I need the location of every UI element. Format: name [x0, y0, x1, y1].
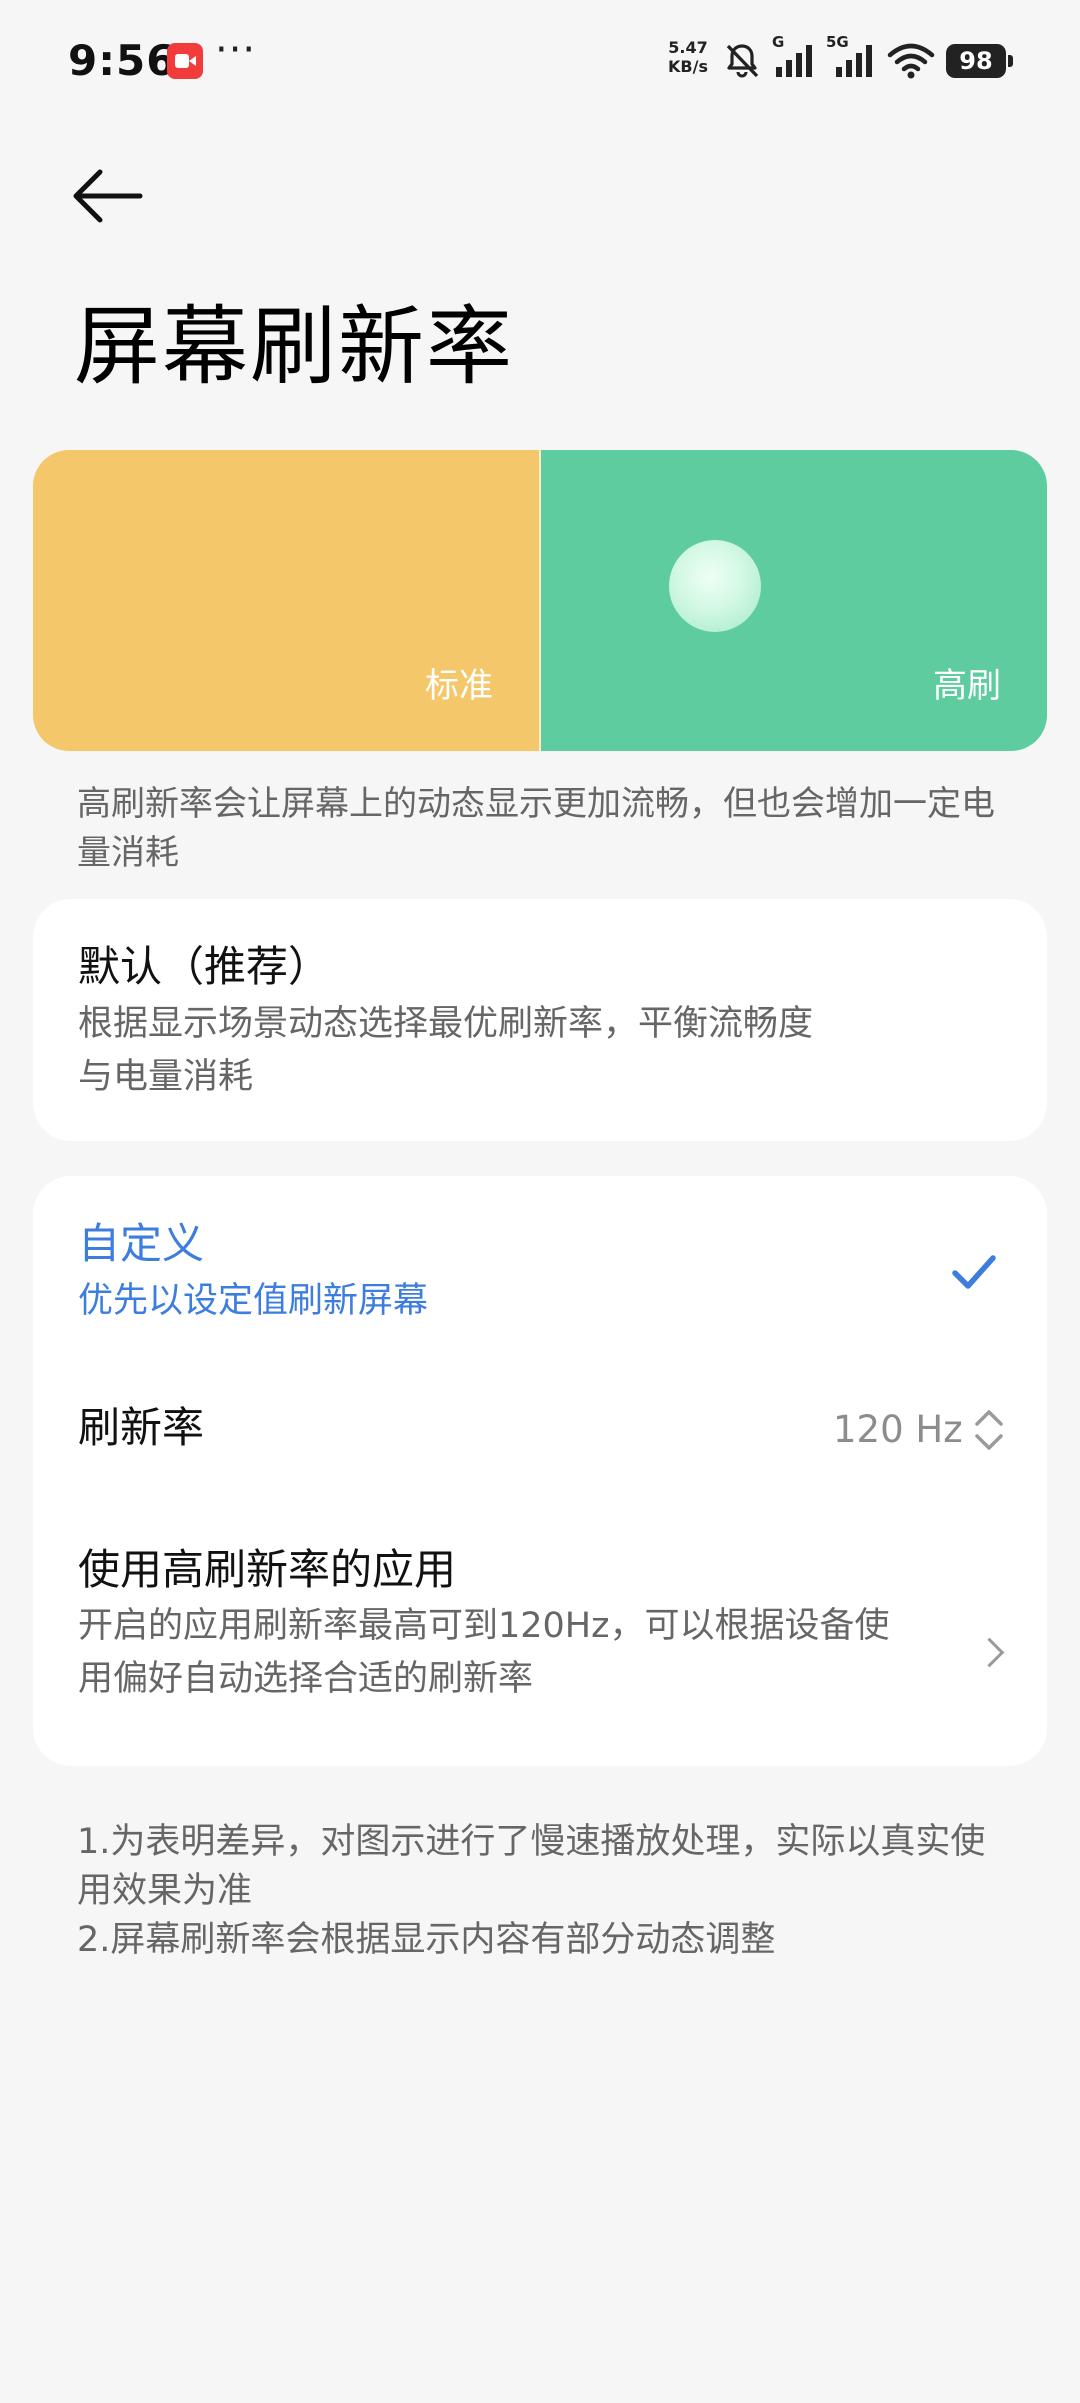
refresh-rate-preview: 标准 高刷: [33, 450, 1047, 751]
note-line-2: 用效果为准: [77, 1871, 253, 1911]
more-notifications-icon: ···: [215, 27, 257, 73]
notes: 1.为表明差异，对图示进行了慢速播放处理，实际以真实使 用效果为准 2.屏幕刷新…: [77, 1818, 1037, 1965]
high-refresh-apps-subtitle-line1: 开启的应用刷新率最高可到120Hz，可以根据设备使: [78, 1606, 890, 1646]
signal-sim1: G: [772, 33, 816, 81]
custom-settings-card: 自定义 优先以设定值刷新屏幕 刷新率 120 Hz 使用高刷新率的应用 开启的应…: [33, 1176, 1047, 1766]
note-line-3: 2.屏幕刷新率会根据显示内容有部分动态调整: [77, 1920, 776, 1960]
option-default-title: 默认（推荐）: [78, 942, 331, 991]
back-arrow-icon: [73, 169, 143, 223]
signal-bars-icon: [776, 45, 812, 77]
option-custom-title: 自定义: [78, 1219, 205, 1268]
description-text: 高刷新率会让屏幕上的动态显示更加流畅，但也会增加一定电量消耗: [77, 784, 995, 873]
up-down-selector-icon: [975, 1410, 1003, 1450]
option-custom-subtitle: 优先以设定值刷新屏幕: [78, 1281, 429, 1321]
back-button[interactable]: [64, 160, 144, 232]
option-default[interactable]: 默认（推荐） 根据显示场景动态选择最优刷新率，平衡流畅度 与电量消耗: [33, 899, 1047, 1141]
high-refresh-apps-title: 使用高刷新率的应用: [78, 1545, 457, 1594]
note-line-1: 1.为表明差异，对图示进行了慢速播放处理，实际以真实使: [77, 1822, 986, 1862]
network-speed-unit: KB/s: [668, 57, 708, 76]
preview-high-label: 高刷: [933, 666, 1001, 706]
page-title: 屏幕刷新率: [74, 297, 514, 397]
refresh-rate-label: 刷新率: [78, 1403, 205, 1452]
status-icons: G 5G 98: [722, 33, 1013, 88]
network-speed-value: 5.47: [668, 38, 708, 57]
status-time: 9:56: [68, 36, 177, 85]
preview-ball: [669, 540, 761, 632]
battery-icon: 98: [946, 44, 1013, 78]
refresh-rate-value: 120 Hz: [833, 1408, 963, 1451]
high-refresh-apps-subtitle-line2: 用偏好自动选择合适的刷新率: [78, 1659, 534, 1699]
refresh-rate-row[interactable]: 刷新率 120 Hz: [33, 1370, 1047, 1488]
preview-standard-label: 标准: [425, 666, 493, 706]
signal-sim2: 5G: [826, 33, 876, 81]
high-refresh-apps-row[interactable]: 使用高刷新率的应用 开启的应用刷新率最高可到120Hz，可以根据设备使 用偏好自…: [33, 1512, 1047, 1752]
option-custom[interactable]: 自定义 优先以设定值刷新屏幕: [33, 1176, 1047, 1346]
screen-record-icon: [167, 43, 203, 79]
option-default-subtitle-line2: 与电量消耗: [78, 1057, 254, 1097]
option-default-subtitle: 根据显示场景动态选择最优刷新率，平衡流畅度 与电量消耗: [78, 998, 978, 1104]
wifi-icon: [887, 43, 935, 79]
signal-bars-icon: [836, 45, 872, 77]
chevron-right-icon: [974, 1637, 1005, 1668]
high-refresh-apps-subtitle: 开启的应用刷新率最高可到120Hz，可以根据设备使 用偏好自动选择合适的刷新率: [78, 1600, 978, 1706]
option-default-subtitle-line1: 根据显示场景动态选择最优刷新率，平衡流畅度: [78, 1004, 814, 1044]
checkmark-icon: [952, 1255, 996, 1289]
mute-bell-icon: [726, 44, 759, 78]
network-speed: 5.47 KB/s: [664, 38, 712, 76]
